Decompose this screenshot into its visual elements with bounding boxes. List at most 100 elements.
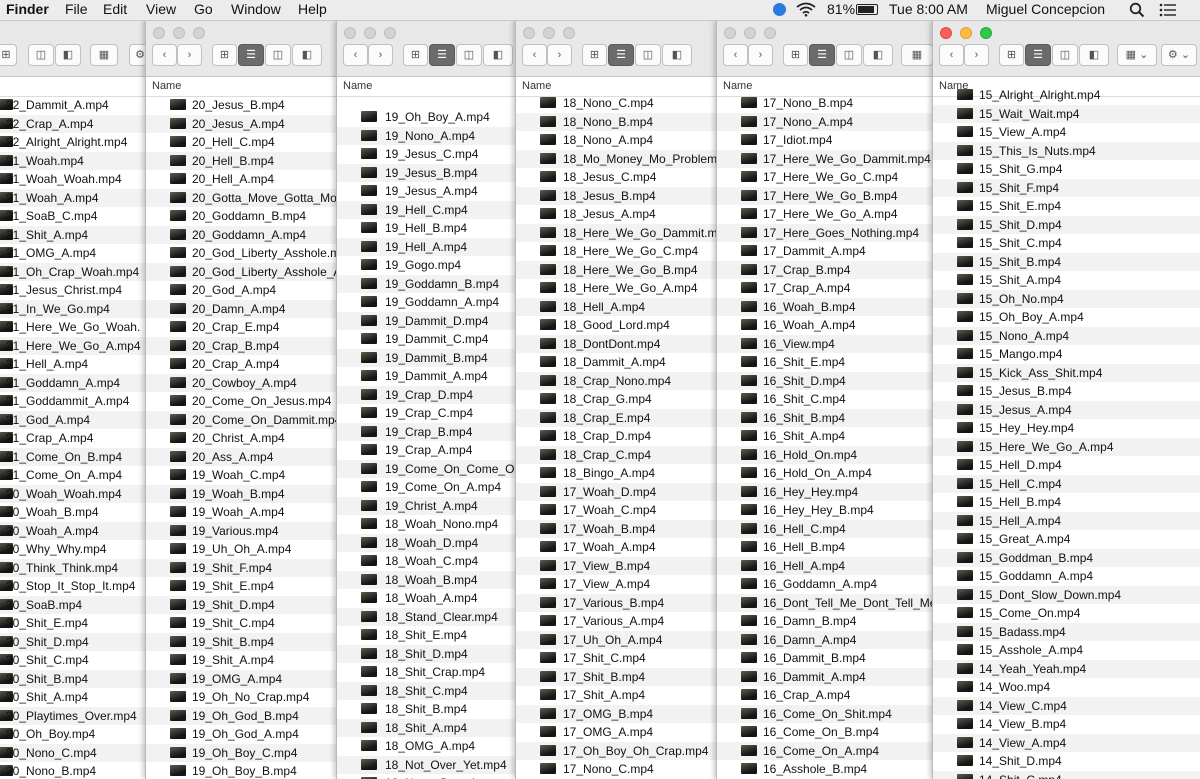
file-row[interactable]: 18_Jesus_C.mp4 — [516, 168, 721, 187]
file-row[interactable]: 17_Oh_Boy_Oh_Crap.mp4 — [516, 741, 721, 760]
file-row[interactable]: 21_Come_On_A.mp4 — [0, 466, 148, 485]
zoom-icon[interactable] — [980, 27, 992, 39]
file-row[interactable]: 19_Shit_E.mp4 — [146, 577, 341, 596]
icon-view-button[interactable]: ⊞ — [212, 44, 237, 66]
file-row[interactable]: 19_Goddamn_A.mp4 — [337, 293, 520, 312]
file-row[interactable]: 16_Woah_A.mp4 — [717, 316, 937, 335]
file-row[interactable]: 15_Oh_Boy_A.mp4 — [933, 308, 1200, 327]
file-row[interactable]: 19_Come_On_Come_On — [337, 459, 520, 478]
file-row[interactable]: 16_Hell_B.mp4 — [717, 538, 937, 557]
file-row[interactable]: 17_Nono_C.mp4 — [516, 760, 721, 779]
cover-flow-button[interactable]: ◧ — [662, 44, 692, 66]
file-row[interactable]: 20_Oh_Boy.mp4 — [0, 725, 148, 744]
file-row[interactable]: 18_Nono_D.mp4 — [337, 774, 520, 779]
back-button[interactable]: ‹ — [343, 44, 368, 66]
file-row[interactable]: 17_Idiot.mp4 — [717, 131, 937, 150]
file-row[interactable]: 19_Woah_B.mp4 — [146, 484, 341, 503]
cover-flow-button[interactable]: ◧ — [1079, 44, 1109, 66]
file-row[interactable]: 16_Damn_B.mp4 — [717, 612, 937, 631]
file-row[interactable]: 16_Come_On_B.mp4 — [717, 723, 937, 742]
file-row[interactable]: 17_OMG_B.mp4 — [516, 704, 721, 723]
file-row[interactable]: 15_This_Is_Nuts.mp4 — [933, 141, 1200, 160]
file-row[interactable]: 18_Crap_Nono.mp4 — [516, 371, 721, 390]
file-row[interactable]: 18_Here_We_Go_Dammit.mp — [516, 223, 721, 242]
file-row[interactable]: 15_Hell_B.mp4 — [933, 493, 1200, 512]
file-row[interactable]: 19_Christ_A.mp4 — [337, 496, 520, 515]
zoom-icon[interactable] — [563, 27, 575, 39]
file-row[interactable]: 21_Shit_A.mp4 — [0, 225, 148, 244]
file-row[interactable]: 18_Crap_C.mp4 — [516, 445, 721, 464]
column-view-button[interactable]: ◫ — [456, 44, 482, 66]
forward-button[interactable]: › — [748, 44, 773, 66]
file-row[interactable]: 20_Shit_B.mp4 — [0, 669, 148, 688]
file-row[interactable]: 14_View_B.mp4 — [933, 715, 1200, 734]
file-row[interactable]: 16_Hold_On_A.mp4 — [717, 464, 937, 483]
file-row[interactable]: 20_Crap_A.mp4 — [146, 355, 341, 374]
file-row[interactable]: 15_Mango.mp4 — [933, 345, 1200, 364]
name-column-header[interactable]: Name — [337, 77, 520, 97]
file-row[interactable]: 14_Shit_D.mp4 — [933, 752, 1200, 771]
file-row[interactable]: 14_View_C.mp4 — [933, 696, 1200, 715]
file-row[interactable]: 17_Woah_D.mp4 — [516, 482, 721, 501]
file-row[interactable]: 16_Shit_A.mp4 — [717, 427, 937, 446]
file-row[interactable]: 18_OMG_A.mp4 — [337, 737, 520, 756]
back-button[interactable]: ‹ — [522, 44, 547, 66]
file-row[interactable]: 18_Here_We_Go_B.mp4 — [516, 260, 721, 279]
file-row[interactable]: 20_Nono_C.mp4 — [0, 743, 148, 762]
file-row[interactable]: 20_Christ_A.mp4 — [146, 429, 341, 448]
file-row[interactable]: 20_Nono_B.mp4 — [0, 762, 148, 779]
file-row[interactable]: 20_Jesus_B.mp4 — [146, 96, 341, 115]
file-row[interactable]: 16_Damn_A.mp4 — [717, 630, 937, 649]
file-row[interactable]: 20_Playtimes_Over.mp4 — [0, 706, 148, 725]
file-row[interactable]: 16_Shit_E.mp4 — [717, 353, 937, 372]
file-row[interactable]: 16_Hey_Hey.mp4 — [717, 482, 937, 501]
file-row[interactable]: 19_Jesus_B.mp4 — [337, 163, 520, 182]
file-row[interactable]: 22_Alright_Alright.mp4 — [0, 133, 148, 152]
file-row[interactable]: 18_Shit_D.mp4 — [337, 644, 520, 663]
file-row[interactable]: 19_Oh_Boy_A.mp4 — [337, 108, 520, 127]
file-row[interactable]: 17_Shit_A.mp4 — [516, 686, 721, 705]
close-icon[interactable] — [724, 27, 736, 39]
file-row[interactable]: 18_Shit_C.mp4 — [337, 681, 520, 700]
wifi-icon[interactable] — [796, 2, 816, 17]
list-view-button[interactable]: ☰ — [608, 44, 634, 66]
close-icon[interactable] — [153, 27, 165, 39]
file-row[interactable]: 18_Here_We_Go_A.mp4 — [516, 279, 721, 298]
file-row[interactable]: 21_Goddammit_A.mp4 — [0, 392, 148, 411]
back-button[interactable]: ‹ — [939, 44, 964, 66]
file-row[interactable]: 19_Come_On_A.mp4 — [337, 478, 520, 497]
file-row[interactable]: 19_Oh_God_B.mp4 — [146, 706, 341, 725]
file-row[interactable]: 17_Shit_B.mp4 — [516, 667, 721, 686]
file-row[interactable]: 19_Shit_F.mp4 — [146, 558, 341, 577]
file-row[interactable]: 16_Dammit_A.mp4 — [717, 667, 937, 686]
file-row[interactable]: 19_Shit_B.mp4 — [146, 632, 341, 651]
menu-app-finder[interactable]: Finder — [6, 1, 49, 17]
file-row[interactable]: 18_DontDont.mp4 — [516, 334, 721, 353]
file-row[interactable]: 19_Dammit_C.mp4 — [337, 330, 520, 349]
file-row[interactable]: 19_Woah_A.mp4 — [146, 503, 341, 522]
file-row[interactable]: 20_Hell_B.mp4 — [146, 151, 341, 170]
file-row[interactable]: 18_Here_We_Go_C.mp4 — [516, 242, 721, 261]
minimize-icon[interactable] — [543, 27, 555, 39]
file-row[interactable]: 15_Shit_A.mp4 — [933, 271, 1200, 290]
file-row[interactable]: 15_Great_A.mp4 — [933, 530, 1200, 549]
file-row[interactable]: 15_Asshole_A.mp4 — [933, 641, 1200, 660]
file-row[interactable]: 15_Nono_A.mp4 — [933, 326, 1200, 345]
file-row[interactable]: 16_Hell_A.mp4 — [717, 556, 937, 575]
zoom-icon[interactable] — [384, 27, 396, 39]
file-row[interactable]: 21_Woah_Woah.mp4 — [0, 170, 148, 189]
file-row[interactable]: 21_Woah.mp4 — [0, 151, 148, 170]
file-row[interactable]: 18_Crap_G.mp4 — [516, 390, 721, 409]
file-row[interactable]: 19_Shit_C.mp4 — [146, 614, 341, 633]
file-row[interactable]: 21_In_We_Go.mp4 — [0, 299, 148, 318]
file-row[interactable]: 19_Hell_B.mp4 — [337, 219, 520, 238]
file-row[interactable]: 21_Crap_A.mp4 — [0, 429, 148, 448]
minimize-icon[interactable] — [960, 27, 972, 39]
file-row[interactable]: 19_Shit_D.mp4 — [146, 595, 341, 614]
file-row[interactable]: 16_Shit_B.mp4 — [717, 408, 937, 427]
icon-view-button[interactable]: ⊞ — [403, 44, 428, 66]
file-row[interactable]: 16_Hey_Hey_B.mp4 — [717, 501, 937, 520]
file-row[interactable]: 15_Shit_G.mp4 — [933, 160, 1200, 179]
file-row[interactable]: 16_Shit_C.mp4 — [717, 390, 937, 409]
file-row[interactable]: 19_Uh_Oh_A.mp4 — [146, 540, 341, 559]
